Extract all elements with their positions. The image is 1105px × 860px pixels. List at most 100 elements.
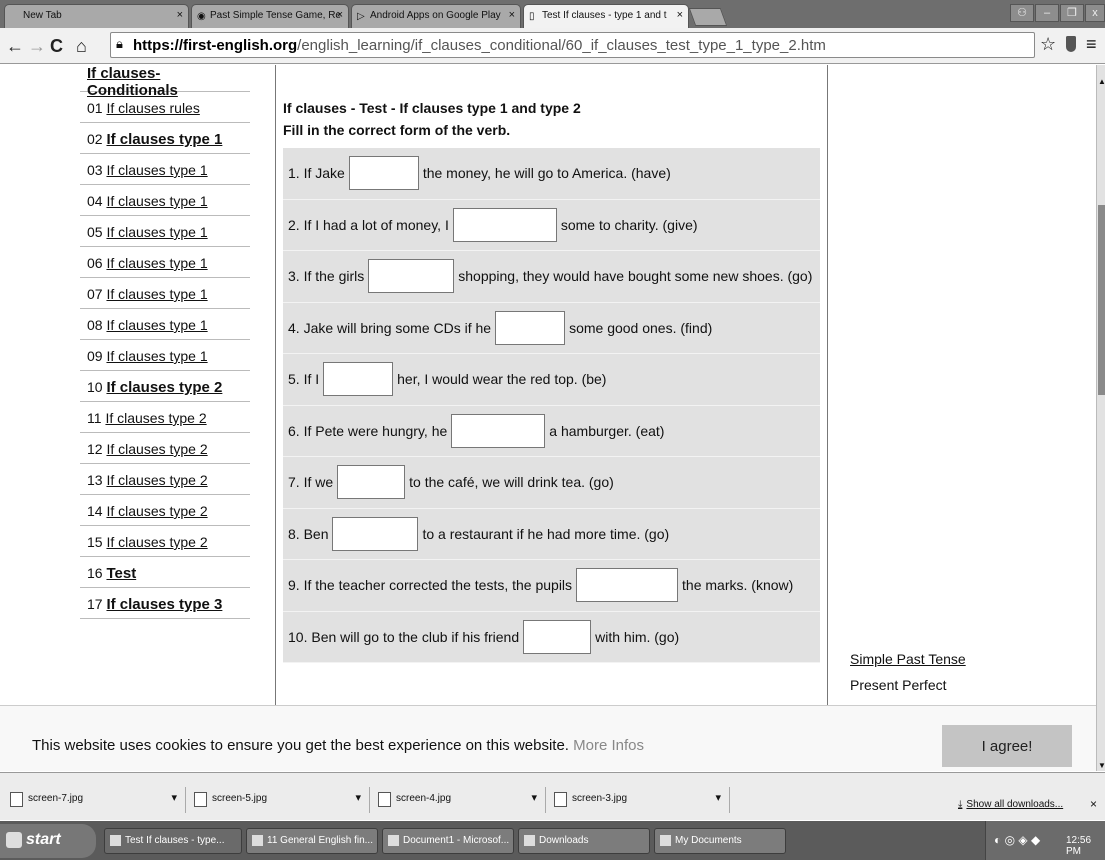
more-infos-link[interactable]: More Infos [573,737,644,754]
sidebar-link[interactable]: Test [106,565,136,582]
tab-label: Past Simple Tense Game, Re [210,10,341,21]
agree-button[interactable]: I agree! [942,725,1072,767]
download-item[interactable]: screen-7.jpg ▾ [6,787,186,813]
sidebar-link[interactable]: If clauses type 1 [106,193,207,209]
start-button[interactable]: start [0,824,96,858]
windows-logo-icon [6,832,22,848]
profile-icon[interactable]: ⚇ [1010,4,1034,22]
sidebar-link[interactable]: If clauses type 2 [105,410,206,426]
sidebar-link[interactable]: If clauses type 1 [106,317,207,333]
back-arrow-icon[interactable]: ← [6,36,24,56]
taskbar-item[interactable]: 11 General English fin... [246,828,378,854]
chevron-down-icon[interactable]: ▾ [715,791,721,804]
page-scrollbar[interactable]: ▲ ▼ [1096,65,1105,771]
answer-input[interactable] [337,465,406,500]
item-number: 06 [87,255,103,271]
answer-input[interactable] [368,259,455,294]
show-all-downloads-link[interactable]: ⤓ Show all downloads... [958,799,1063,810]
tab-new-tab[interactable]: New Tab × [4,4,189,28]
item-number: 14 [87,503,103,519]
sidebar-link[interactable]: If clauses type 2 [106,503,207,519]
tray-icons[interactable]: ◐ ◎ ◈ ◆ [994,833,1040,847]
tab-google-play[interactable]: ▷ Android Apps on Google Play × [351,4,521,28]
sidebar-item: 05 If clauses type 1 [80,216,250,247]
pdf-icon [252,835,263,846]
sidebar-link[interactable]: If clauses type 2 [106,534,207,550]
sidebar-link[interactable]: If clauses type 2 [106,472,207,488]
question-prefix: 8. Ben [288,525,329,542]
start-label: start [26,831,61,848]
taskbar-item[interactable]: Downloads [518,828,650,854]
sidebar-link[interactable]: If clauses type 1 [106,348,207,364]
reload-icon[interactable]: C [50,36,63,56]
close-icon[interactable]: × [677,9,683,21]
download-item[interactable]: screen-4.jpg ▾ [374,787,546,813]
sidebar-link[interactable]: If clauses type 3 [106,596,222,613]
sidebar-link[interactable]: If clauses type 1 [106,286,207,302]
download-item[interactable]: screen-3.jpg ▾ [550,787,730,813]
sidebar-link[interactable]: If clauses type 2 [106,441,207,457]
address-bar[interactable]: 🔒︎ https://first-english.org/english_lea… [110,32,1035,58]
item-number: 12 [87,441,103,457]
taskbar-item-label: Document1 - Microsof... [403,835,510,846]
chevron-down-icon[interactable]: ▾ [171,791,177,804]
close-icon[interactable]: × [177,9,183,21]
minimize-icon[interactable]: – [1035,4,1059,22]
answer-input[interactable] [495,310,566,345]
chevron-down-icon[interactable]: ▾ [355,791,361,804]
answer-input[interactable] [323,362,394,397]
answer-input[interactable] [576,568,679,603]
close-window-icon[interactable]: x [1085,4,1105,22]
question-suffix: a hamburger. (eat) [549,422,665,439]
sidebar-item: 04 If clauses type 1 [80,185,250,216]
answer-input[interactable] [523,619,592,654]
sidebar-link[interactable]: If clauses type 1 [106,255,207,271]
question-suffix: shopping, they would have bought some ne… [458,268,813,285]
sidebar-item: 06 If clauses type 1 [80,247,250,278]
url-host: https://first-english.org [133,37,298,54]
sidebar-link[interactable]: If clauses type 1 [106,162,207,178]
sidebar-link[interactable]: If clauses type 1 [106,131,222,148]
home-icon[interactable]: ⌂ [76,36,87,56]
tab-past-simple[interactable]: ◉ Past Simple Tense Game, Re × [191,4,349,28]
taskbar-item-label: Downloads [539,835,589,846]
link-present-perfect[interactable]: Present Perfect [850,677,966,693]
item-number: 05 [87,224,103,240]
answer-input[interactable] [452,207,557,242]
link-simple-past[interactable]: Simple Past Tense [850,651,966,667]
scroll-down-icon[interactable]: ▼ [1098,761,1105,770]
sidebar-item: 17 If clauses type 3 [80,588,250,619]
sidebar-link[interactable]: If clauses type 1 [106,224,207,240]
answer-input[interactable] [332,516,419,551]
scrollbar-thumb[interactable] [1098,205,1105,395]
question-row: 1. If Jake the money, he will go to Amer… [283,148,820,200]
browser-tab-strip: New Tab × ◉ Past Simple Tense Game, Re ×… [0,0,1105,29]
question-prefix: 4. Jake will bring some CDs if he [288,319,492,336]
exercise-panel: If clauses - Test - If clauses type 1 an… [283,65,820,663]
taskbar-item[interactable]: Document1 - Microsof... [382,828,514,854]
sidebar-heading[interactable]: If clauses-Conditionals [80,65,250,99]
bookmark-star-icon[interactable]: ☆ [1040,34,1056,55]
answer-input[interactable] [451,413,546,448]
chevron-down-icon[interactable]: ▾ [531,791,537,804]
close-icon[interactable]: × [1090,797,1097,811]
tab-label: Android Apps on Google Play [370,10,501,21]
extension-shield-icon[interactable] [1066,36,1076,52]
question-suffix: the money, he will go to America. (have) [422,165,671,182]
taskbar-item[interactable]: My Documents [654,828,786,854]
tab-if-clauses-test[interactable]: ▯ Test If clauses - type 1 and t × [523,4,689,29]
scroll-up-icon[interactable]: ▲ [1098,77,1105,86]
taskbar-item[interactable]: Test If clauses - type... [104,828,242,854]
close-icon[interactable]: × [509,9,515,21]
close-icon[interactable]: × [337,9,343,21]
sidebar-link[interactable]: If clauses rules [106,100,199,116]
menu-icon[interactable]: ≡ [1086,34,1097,55]
sidebar-link[interactable]: If clauses type 2 [106,379,222,396]
forward-arrow-icon[interactable]: → [28,36,46,56]
image-file-icon [378,792,391,807]
new-tab-button[interactable] [688,8,728,26]
restore-icon[interactable]: ❐ [1060,4,1084,22]
download-item[interactable]: screen-5.jpg ▾ [190,787,370,813]
answer-input[interactable] [348,156,419,191]
question-row: 8. Ben to a restaurant if he had more ti… [283,509,820,560]
